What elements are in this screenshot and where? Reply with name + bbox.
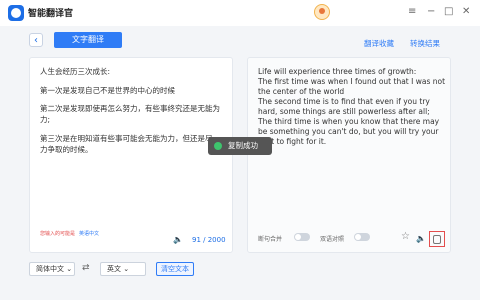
warning-text: 您输入的可能是: [40, 231, 76, 237]
favorites-link[interactable]: 翻译收藏: [364, 38, 394, 49]
title-bar: 智能翻译官 ≡ − □ ✕: [0, 0, 480, 26]
translation-text: Life will experience three times of grow…: [258, 67, 446, 146]
bilingual-toggle-label: 双语对照: [320, 236, 345, 243]
merge-toggle[interactable]: [294, 233, 310, 241]
source-line: 第一次是发现自己不是世界的中心的时候: [40, 86, 175, 95]
minimize-icon[interactable]: −: [427, 5, 435, 19]
warning-link[interactable]: 英语中文: [79, 231, 99, 237]
source-line: 第二次是发现即使再怎么努力，有些事终究还是无能为: [40, 104, 220, 113]
check-icon: [214, 142, 222, 150]
speaker-icon[interactable]: 🔈: [416, 234, 426, 243]
source-line: 第三次是在明知道有些事可能会无能为力，但还是尽: [40, 134, 213, 143]
star-icon[interactable]: ☆: [401, 231, 410, 242]
app-logo-icon: [8, 5, 24, 21]
copy-success-toast: 复制成功: [208, 137, 272, 155]
swap-icon[interactable]: ⇄: [82, 263, 90, 273]
copy-icon[interactable]: [429, 231, 445, 247]
back-button[interactable]: ‹: [29, 33, 43, 47]
source-line: 力争取的时候。: [40, 145, 93, 154]
target-panel: Life will experience three times of grow…: [247, 57, 451, 253]
source-line: 人生会经历三次成长:: [40, 67, 111, 76]
history-link[interactable]: 转换结果: [410, 38, 440, 49]
maximize-icon[interactable]: □: [444, 5, 453, 19]
clear-text-button[interactable]: 清空文本: [156, 262, 194, 276]
merge-toggle-label: 断句合并: [258, 236, 283, 243]
bilingual-toggle[interactable]: [354, 233, 370, 241]
close-icon[interactable]: ✕: [462, 5, 470, 19]
char-counter: 91 / 2000: [192, 236, 226, 244]
source-language-select[interactable]: 简体中文 ⌄: [29, 262, 75, 276]
avatar[interactable]: [314, 4, 330, 20]
app-title: 智能翻译官: [28, 9, 74, 19]
speaker-icon[interactable]: 🔈: [173, 235, 183, 244]
target-language-select[interactable]: 英文 ⌄: [100, 262, 146, 276]
source-line: 力;: [40, 115, 51, 124]
language-warning: 您输入的可能是 英语中文: [40, 230, 99, 237]
source-panel[interactable]: 人生会经历三次成长: 第一次是发现自己不是世界的中心的时候 第二次是发现即使再怎…: [29, 57, 233, 253]
tab-text-translate[interactable]: 文字翻译: [54, 32, 122, 48]
toast-text: 复制成功: [228, 141, 258, 150]
settings-icon[interactable]: ≡: [408, 5, 416, 19]
